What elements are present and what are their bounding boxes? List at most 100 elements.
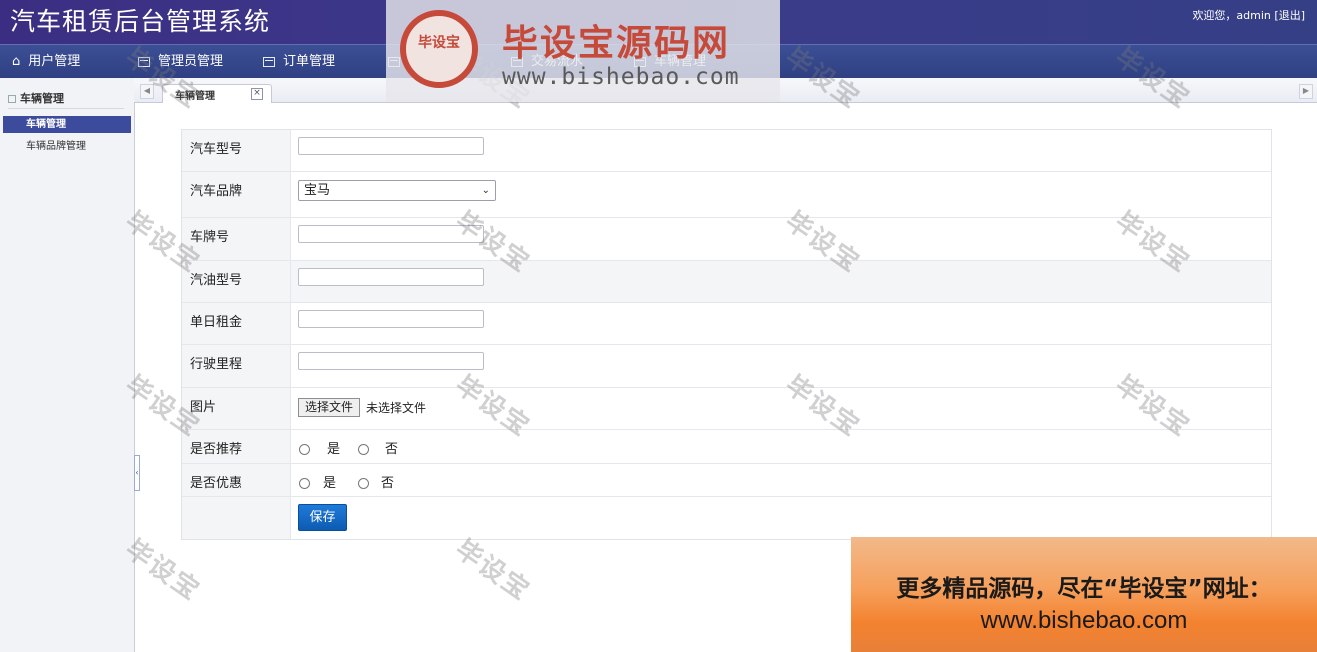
- sidebar-item-vehicles[interactable]: 车辆管理: [3, 116, 131, 133]
- select-value: 宝马: [304, 183, 331, 198]
- tab-close-icon[interactable]: ×: [251, 88, 263, 100]
- save-button[interactable]: 保存: [298, 504, 347, 531]
- sidebar-item-vehicle-brands[interactable]: 车辆品牌管理: [3, 138, 131, 155]
- label-cell: 汽车型号: [182, 130, 291, 171]
- radio-label: 否: [381, 476, 395, 491]
- form-row-image: 图片 选择文件 未选择文件: [182, 388, 1271, 430]
- window-icon: [388, 56, 400, 67]
- label-cell: 图片: [182, 388, 291, 429]
- value-cell: 选择文件 未选择文件: [291, 388, 1271, 429]
- window-icon: [138, 56, 150, 67]
- nav-item-label: 利润统计: [408, 54, 461, 69]
- tab-label: 车辆管理: [175, 91, 215, 102]
- form-row-actions: 保存: [182, 497, 1271, 539]
- label-cell: 单日租金: [182, 303, 291, 344]
- field-label: 图片: [190, 400, 217, 415]
- sidebar-heading-label: 车辆管理: [20, 92, 64, 105]
- nav-item-profit[interactable]: 利润统计: [388, 45, 460, 79]
- recommend-no-radio[interactable]: [358, 444, 369, 455]
- nav-item-transactions[interactable]: 交易流水: [511, 45, 583, 79]
- window-icon: [511, 56, 523, 67]
- value-cell: 宝马 ⌄: [291, 172, 1271, 217]
- choose-file-button[interactable]: 选择文件: [298, 398, 361, 417]
- field-label: 汽车品牌: [190, 184, 243, 199]
- user-area: 欢迎您，admin [退出]: [1192, 7, 1305, 23]
- field-label: 汽油型号: [190, 273, 243, 288]
- label-cell: 是否推荐: [182, 430, 291, 463]
- radio-label: 是: [327, 442, 341, 457]
- label-cell: 行驶里程: [182, 345, 291, 387]
- form-row-brand: 汽车品牌 宝马 ⌄: [182, 172, 1271, 218]
- nav-item-label: 车辆管理: [654, 54, 707, 69]
- fuel-type-input[interactable]: [298, 268, 484, 286]
- field-label: 行驶里程: [190, 357, 243, 372]
- car-brand-select[interactable]: 宝马 ⌄: [298, 180, 496, 201]
- app-title: 汽车租赁后台管理系统: [10, 7, 271, 36]
- chevron-down-icon: ⌄: [481, 185, 490, 196]
- window-icon: [634, 56, 646, 67]
- form-row-mileage: 行驶里程: [182, 345, 1271, 388]
- form-row-recommend: 是否推荐 是 否: [182, 430, 1271, 464]
- plate-number-input[interactable]: [298, 225, 484, 243]
- nav-item-label: 管理员管理: [158, 54, 224, 69]
- welcome-text: 欢迎您，admin: [1192, 9, 1271, 22]
- main-nav: ⌂ 用户管理 管理员管理 订单管理 利润统计 交易流水 车辆管理: [0, 44, 1317, 79]
- label-cell: 汽车品牌: [182, 172, 291, 217]
- nav-item-label: 交易流水: [531, 54, 584, 69]
- value-cell: 是 否: [291, 464, 1271, 496]
- nav-item-label: 订单管理: [283, 54, 336, 69]
- recommend-yes-radio[interactable]: [299, 444, 310, 455]
- promo-text: 更多精品源码，尽在“毕设宝”网址：: [896, 576, 1272, 602]
- window-icon: [263, 56, 275, 67]
- field-label: 单日租金: [190, 315, 243, 330]
- nav-item-admins[interactable]: 管理员管理: [138, 45, 223, 79]
- form-row-daily-rent: 单日租金: [182, 303, 1271, 345]
- logout-link[interactable]: [退出]: [1274, 9, 1305, 22]
- nav-item-orders[interactable]: 订单管理: [263, 45, 335, 79]
- nav-item-label: 用户管理: [28, 54, 81, 69]
- discount-no-radio[interactable]: [358, 478, 369, 489]
- field-label: 车牌号: [190, 230, 230, 245]
- radio-label: 是: [323, 476, 337, 491]
- label-cell: 车牌号: [182, 218, 291, 260]
- daily-rent-input[interactable]: [298, 310, 484, 328]
- sidebar: 车辆管理 车辆管理 车辆品牌管理: [0, 78, 135, 652]
- value-cell: [291, 303, 1271, 344]
- form-row-plate: 车牌号: [182, 218, 1271, 261]
- promo-banner: 更多精品源码，尽在“毕设宝”网址： www.bishebao.com: [851, 537, 1317, 652]
- sidebar-collapse-handle[interactable]: ‹: [134, 455, 140, 491]
- file-status-text: 未选择文件: [366, 401, 427, 415]
- field-label: 是否推荐: [190, 442, 243, 457]
- header-bar: 汽车租赁后台管理系统 欢迎您，admin [退出]: [0, 0, 1317, 44]
- form-row-model: 汽车型号: [182, 130, 1271, 172]
- tab-scroll-right-button[interactable]: ▶: [1299, 84, 1313, 99]
- label-cell: 是否优惠: [182, 464, 291, 496]
- field-label: 是否优惠: [190, 476, 243, 491]
- car-model-input[interactable]: [298, 137, 484, 155]
- discount-yes-radio[interactable]: [299, 478, 310, 489]
- nav-item-users[interactable]: ⌂ 用户管理: [12, 45, 80, 79]
- collapse-square-icon: [8, 95, 16, 103]
- tab-scroll-left-button[interactable]: ◀: [140, 84, 154, 99]
- field-label: 汽车型号: [190, 142, 243, 157]
- tab-bar: ◀ 车辆管理 × ▶: [134, 78, 1317, 103]
- value-cell: [291, 345, 1271, 387]
- mileage-input[interactable]: [298, 352, 484, 370]
- form-row-fuel: 汽油型号: [182, 261, 1271, 303]
- sidebar-divider: [8, 108, 124, 109]
- sidebar-heading: 车辆管理: [8, 90, 64, 106]
- form-row-discount: 是否优惠 是 否: [182, 464, 1271, 497]
- nav-item-vehicles[interactable]: 车辆管理: [634, 45, 706, 79]
- watermark-text: 毕设宝: [449, 534, 536, 607]
- value-cell: [291, 261, 1271, 302]
- vehicle-form: 汽车型号 汽车品牌 宝马 ⌄ 车牌号 汽油型号 单日租金 行驶里程 图片 选择文件…: [181, 129, 1272, 540]
- value-cell: [291, 218, 1271, 260]
- home-icon: ⌂: [12, 54, 21, 69]
- label-cell: 汽油型号: [182, 261, 291, 302]
- promo-url: www.bishebao.com: [980, 607, 1188, 634]
- label-cell: [182, 497, 291, 539]
- tab-vehicles[interactable]: 车辆管理 ×: [162, 84, 272, 103]
- value-cell: [291, 130, 1271, 171]
- value-cell: 保存: [291, 497, 1271, 539]
- radio-label: 否: [385, 442, 399, 457]
